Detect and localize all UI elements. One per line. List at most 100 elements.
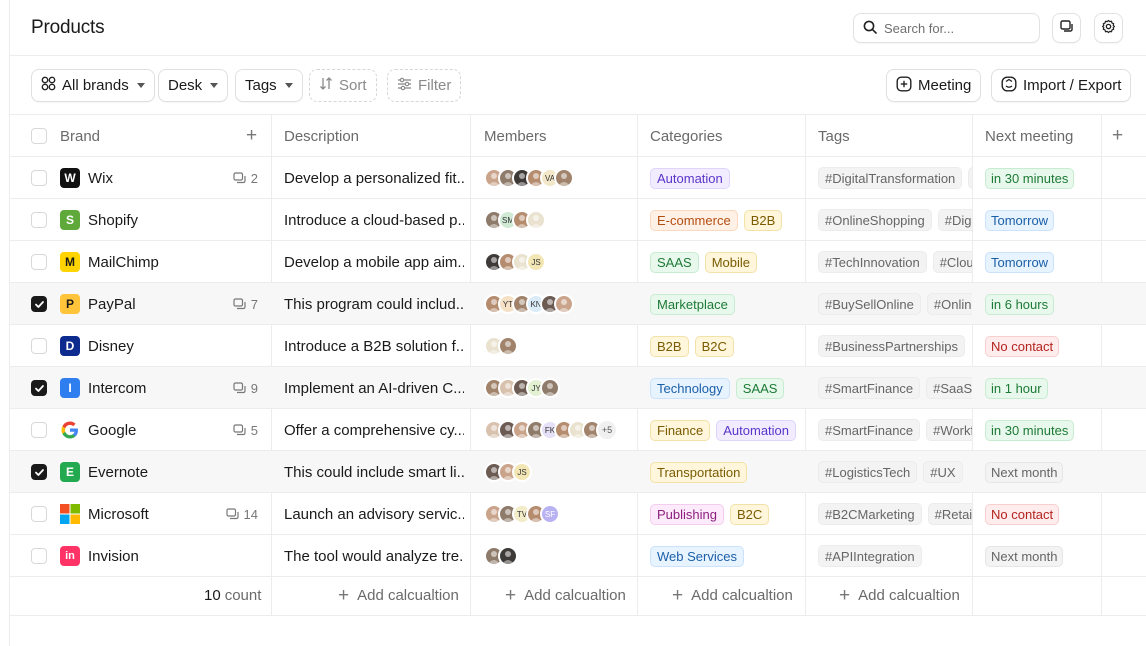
tags-dropdown[interactable]: Tags (235, 69, 303, 102)
members-cell[interactable]: TV SF (484, 493, 634, 535)
description-cell[interactable]: Implement an AI-driven C... (284, 367, 464, 409)
row-checkbox[interactable] (31, 380, 47, 396)
brand-cell[interactable]: D Disney (60, 325, 270, 367)
settings-button[interactable] (1094, 13, 1123, 43)
next-meeting-cell[interactable]: No contact (985, 493, 1100, 535)
categories-cell[interactable]: Web Services (650, 535, 805, 577)
brand-cell[interactable]: M MailChimp (60, 241, 270, 283)
brand-cell[interactable]: I Intercom 9 (60, 367, 270, 409)
description-cell[interactable]: Introduce a cloud-based p... (284, 199, 464, 241)
categories-cell[interactable]: Finance Automation (650, 409, 805, 451)
members-cell[interactable]: FK +5 (484, 409, 634, 451)
table-row[interactable]: I Intercom 9 Implement an AI-driven C... JY T… (10, 367, 1146, 409)
sort-button[interactable]: Sort (309, 69, 377, 102)
search-box[interactable] (853, 13, 1040, 43)
meeting-button[interactable]: Meeting (886, 69, 982, 102)
column-header-tags[interactable]: Tags (818, 115, 850, 157)
brand-cell[interactable]: Google 5 (60, 409, 270, 451)
comments-indicator[interactable]: 7 (233, 297, 258, 312)
brand-cell[interactable]: E Evernote (60, 451, 270, 493)
categories-cell[interactable]: E-commerce B2B (650, 199, 805, 241)
description-cell[interactable]: Offer a comprehensive cy... (284, 409, 464, 451)
table-row[interactable]: S Shopify Introduce a cloud-based p... SM E-… (10, 199, 1146, 241)
filter-button[interactable]: Filter (387, 69, 462, 102)
brand-cell[interactable]: in Invision (60, 535, 270, 577)
comments-indicator[interactable]: 5 (233, 423, 258, 438)
table-row[interactable]: W Wix 2 Develop a personalized fit... VA Auto… (10, 157, 1146, 199)
description-cell[interactable]: Introduce a B2B solution f... (284, 325, 464, 367)
description-cell[interactable]: This program could includ... (284, 283, 464, 325)
next-meeting-cell[interactable]: Tomorrow (985, 199, 1100, 241)
chat-button[interactable] (1052, 13, 1081, 43)
row-checkbox[interactable] (31, 296, 47, 312)
tags-cell[interactable]: #APIIntegration (818, 535, 972, 577)
add-brand-column-button[interactable]: + (246, 115, 257, 157)
description-cell[interactable]: Launch an advisory servic... (284, 493, 464, 535)
add-calculation-description[interactable]: + Add calcualtion (338, 575, 459, 616)
categories-cell[interactable]: Technology SAAS (650, 367, 805, 409)
comments-indicator[interactable]: 14 (225, 507, 258, 522)
add-calculation-members[interactable]: + Add calcualtion (505, 575, 626, 616)
comments-indicator[interactable]: 2 (233, 171, 258, 186)
next-meeting-cell[interactable]: in 6 hours (985, 283, 1100, 325)
next-meeting-cell[interactable]: Next month (985, 535, 1100, 577)
categories-cell[interactable]: Transportation (650, 451, 805, 493)
row-checkbox[interactable] (31, 212, 47, 228)
categories-cell[interactable]: B2B B2C (650, 325, 805, 367)
row-checkbox[interactable] (31, 338, 47, 354)
members-cell[interactable] (484, 535, 634, 577)
members-cell[interactable]: JS (484, 451, 634, 493)
row-checkbox[interactable] (31, 422, 47, 438)
table-row[interactable]: in Invision The tool would analyze tre... W… (10, 535, 1146, 577)
add-calculation-categories[interactable]: + Add calcualtion (672, 575, 793, 616)
brand-cell[interactable]: P PayPal 7 (60, 283, 270, 325)
more-members-badge[interactable]: +5 (596, 419, 618, 441)
brand-cell[interactable]: Microsoft 14 (60, 493, 270, 535)
description-cell[interactable]: Develop a mobile app aim... (284, 241, 464, 283)
members-cell[interactable]: VA (484, 157, 634, 199)
row-checkbox[interactable] (31, 254, 47, 270)
import-export-button[interactable]: Import / Export (991, 69, 1132, 102)
column-header-categories[interactable]: Categories (650, 115, 723, 157)
tags-cell[interactable]: #DigitalTransformation#A (818, 157, 972, 199)
next-meeting-cell[interactable]: in 1 hour (985, 367, 1100, 409)
column-header-brand[interactable]: Brand (60, 115, 100, 157)
next-meeting-cell[interactable]: Next month (985, 451, 1100, 493)
desk-dropdown[interactable]: Desk (158, 69, 229, 102)
table-row[interactable]: M MailChimp Develop a mobile app aim... JS S… (10, 241, 1146, 283)
categories-cell[interactable]: Automation (650, 157, 805, 199)
members-cell[interactable]: YT KN (484, 283, 634, 325)
tags-cell[interactable]: #OnlineShopping#Digita (818, 199, 972, 241)
tags-cell[interactable]: #LogisticsTech #UX (818, 451, 972, 493)
comments-indicator[interactable]: 9 (233, 381, 258, 396)
row-checkbox[interactable] (31, 548, 47, 564)
column-header-description[interactable]: Description (284, 115, 359, 157)
select-all-checkbox[interactable] (31, 128, 47, 144)
next-meeting-cell[interactable]: in 30 minutes (985, 157, 1100, 199)
brand-cell[interactable]: W Wix 2 (60, 157, 270, 199)
members-cell[interactable] (484, 325, 634, 367)
all-brands-dropdown[interactable]: All brands (31, 69, 155, 102)
brand-cell[interactable]: S Shopify (60, 199, 270, 241)
next-meeting-cell[interactable]: No contact (985, 325, 1100, 367)
description-cell[interactable]: The tool would analyze tre... (284, 535, 464, 577)
description-cell[interactable]: Develop a personalized fit... (284, 157, 464, 199)
column-header-next-meeting[interactable]: Next meeting (985, 115, 1073, 157)
add-column-button[interactable]: + (1112, 115, 1123, 157)
tags-cell[interactable]: #SmartFinance#Workflo (818, 409, 972, 451)
categories-cell[interactable]: SAAS Mobile (650, 241, 805, 283)
members-cell[interactable]: JY (484, 367, 634, 409)
tags-cell[interactable]: #BusinessPartnerships (818, 325, 972, 367)
row-checkbox[interactable] (31, 464, 47, 480)
categories-cell[interactable]: Marketplace (650, 283, 805, 325)
row-checkbox[interactable] (31, 506, 47, 522)
column-header-members[interactable]: Members (484, 115, 547, 157)
tags-cell[interactable]: #BuySellOnline#OnlineM (818, 283, 972, 325)
tags-cell[interactable]: #B2CMarketing#RetailT (818, 493, 972, 535)
table-row[interactable]: Google 5 Offer a comprehensive cy... FK +5 Fi… (10, 409, 1146, 451)
table-row[interactable]: E Evernote This could include smart li... J… (10, 451, 1146, 493)
table-row[interactable]: Microsoft 14 Launch an advisory servic... T… (10, 493, 1146, 535)
next-meeting-cell[interactable]: in 30 minutes (985, 409, 1100, 451)
tags-cell[interactable]: #SmartFinance#SaaSPl (818, 367, 972, 409)
row-checkbox[interactable] (31, 170, 47, 186)
